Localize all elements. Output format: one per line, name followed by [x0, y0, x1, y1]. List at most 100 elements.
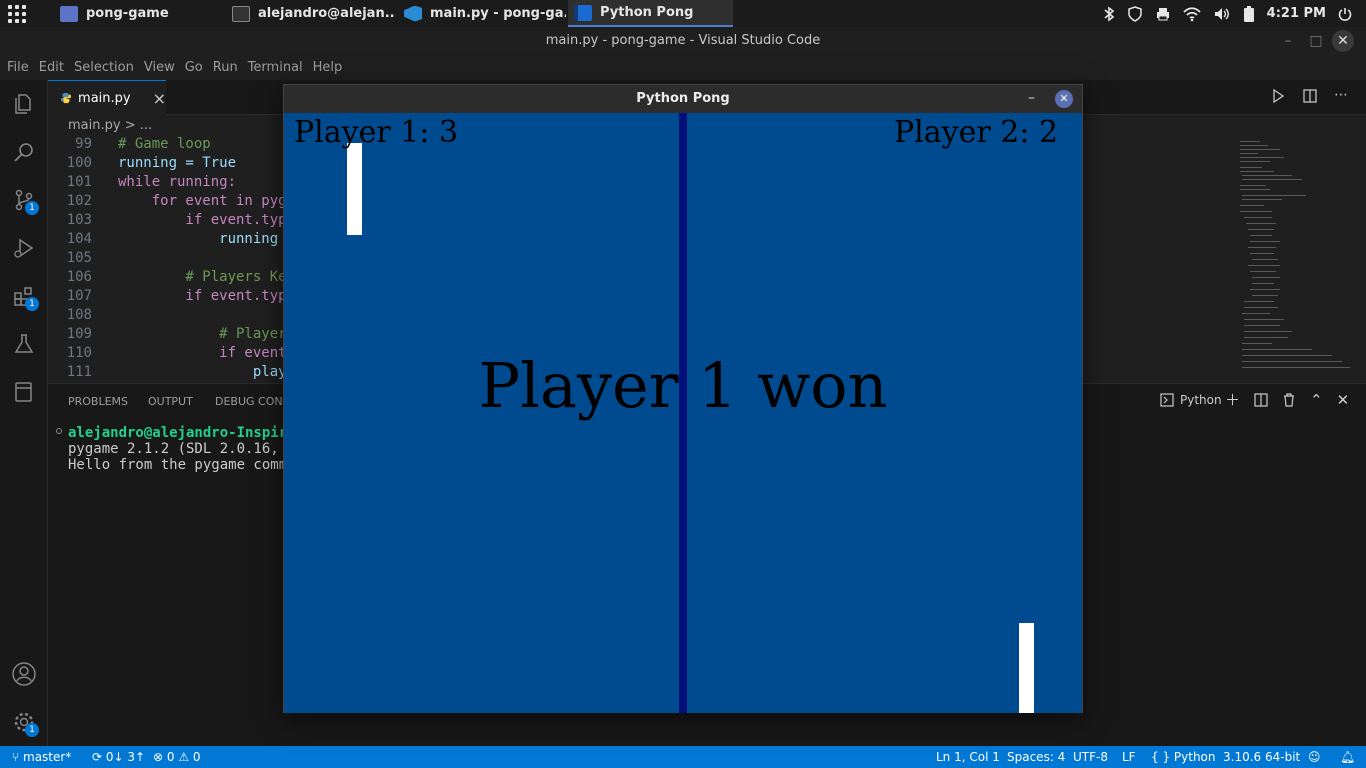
- wifi-icon[interactable]: [1183, 6, 1201, 22]
- taskbar-item-terminal[interactable]: alejandro@alejan...: [226, 0, 396, 27]
- line-number: 106: [66, 269, 92, 285]
- python-interpreter[interactable]: 3.10.6 64-bit: [1223, 746, 1300, 768]
- run-debug-button[interactable]: [0, 224, 48, 272]
- tab-label: main.py: [78, 90, 131, 106]
- branch-name: master*: [23, 750, 72, 764]
- vscode-icon: [404, 5, 422, 22]
- line-number: 104: [66, 231, 92, 247]
- split-editor-icon[interactable]: [1302, 88, 1318, 104]
- code-line: # Game loop: [118, 136, 211, 152]
- taskbar-item-pong-game[interactable]: pong-game: [54, 0, 224, 27]
- close-icon[interactable]: ✕: [1332, 30, 1354, 52]
- sync-counts: 0↓ 3↑: [105, 750, 146, 764]
- menu-run[interactable]: Run: [208, 55, 243, 80]
- activity-bar: 1 1 1: [0, 80, 48, 746]
- trash-icon[interactable]: [1282, 392, 1296, 408]
- indentation[interactable]: Spaces: 4: [1007, 746, 1065, 768]
- cursor-position[interactable]: Ln 1, Col 1: [936, 746, 1000, 768]
- code-line: if event: [118, 345, 287, 361]
- breadcrumb-text: main.py > ...: [68, 118, 153, 133]
- code-line: if event.typ: [118, 212, 287, 228]
- volume-icon[interactable]: [1213, 6, 1231, 22]
- menu-edit[interactable]: Edit: [34, 55, 69, 80]
- tab-close-icon[interactable]: ×: [153, 89, 166, 108]
- split-terminal-icon[interactable]: [1254, 392, 1268, 408]
- menu-terminal[interactable]: Terminal: [243, 55, 308, 80]
- remote-explorer-icon: [15, 382, 32, 402]
- code-line: if event.typ: [118, 288, 287, 304]
- line-number: 107: [66, 288, 92, 304]
- line-number: 105: [66, 250, 92, 266]
- menu-go[interactable]: Go: [180, 55, 208, 80]
- chevron-up-icon[interactable]: ⌃: [1310, 392, 1323, 408]
- new-terminal-icon[interactable]: ＋: [1225, 392, 1240, 408]
- problems-status[interactable]: ⊗ 0 ⚠ 0: [153, 746, 201, 768]
- game-canvas[interactable]: Player 1: 3 Player 2: 2 Player 1 won: [284, 113, 1082, 713]
- app-grid-icon[interactable]: [8, 5, 26, 23]
- terminal-icon: [1160, 393, 1174, 407]
- right-paddle: [1019, 623, 1034, 713]
- panel-actions: ＋ ⌃ ✕: [1225, 392, 1349, 408]
- menu-help[interactable]: Help: [308, 55, 348, 80]
- language-mode[interactable]: { } Python: [1151, 746, 1216, 768]
- end-of-line[interactable]: LF: [1122, 746, 1136, 768]
- encoding[interactable]: UTF-8: [1073, 746, 1108, 768]
- manage-button[interactable]: 1: [0, 698, 48, 746]
- files-icon: [15, 94, 31, 114]
- printer-icon[interactable]: [1155, 6, 1171, 22]
- line-number: 100: [66, 155, 92, 171]
- taskbar-label: pong-game: [86, 6, 169, 21]
- tab-main-py[interactable]: main.py ×: [48, 80, 166, 115]
- pong-window[interactable]: Python Pong – ✕ Player 1: 3 Player 2: 2 …: [283, 84, 1083, 713]
- testing-button[interactable]: [0, 320, 48, 368]
- explorer-button[interactable]: [0, 80, 48, 128]
- search-icon: [14, 143, 33, 162]
- more-actions-icon[interactable]: ⋯: [1334, 88, 1348, 104]
- player2-score: Player 2: 2: [894, 115, 1059, 150]
- terminal-line: pygame 2.1.2 (SDL 2.0.16, P: [68, 441, 296, 457]
- close-panel-icon[interactable]: ✕: [1337, 392, 1350, 408]
- line-number: 108: [66, 307, 92, 323]
- tab-debug-console[interactable]: DEBUG CONS: [215, 384, 290, 419]
- pong-minimize-icon[interactable]: –: [1028, 90, 1042, 106]
- source-control-button[interactable]: 1: [0, 176, 48, 224]
- taskbar-item-python-pong[interactable]: Python Pong: [568, 0, 733, 27]
- line-number: 99: [75, 136, 92, 152]
- search-button[interactable]: [0, 128, 48, 176]
- line-number: 110: [66, 345, 92, 361]
- winner-message: Player 1 won: [478, 349, 888, 422]
- system-tray: 4:21 PM: [1103, 4, 1352, 23]
- clock[interactable]: 4:21 PM: [1267, 6, 1326, 21]
- sync-status[interactable]: ⟳ 0↓ 3↑: [92, 746, 145, 768]
- terminal-icon: [232, 5, 250, 22]
- code-line: running = True: [118, 155, 237, 171]
- shield-icon[interactable]: [1127, 5, 1143, 22]
- accounts-button[interactable]: [0, 650, 48, 698]
- menu-file[interactable]: File: [2, 55, 34, 80]
- pong-close-icon[interactable]: ✕: [1055, 90, 1073, 108]
- extensions-button[interactable]: 1: [0, 272, 48, 320]
- pong-title-bar[interactable]: Python Pong: [284, 85, 1082, 113]
- feedback-icon[interactable]: ☺: [1308, 746, 1321, 768]
- tab-output[interactable]: OUTPUT: [148, 384, 193, 419]
- code-line: # Players Ke: [118, 269, 287, 285]
- terminal-selector[interactable]: Python: [1160, 393, 1222, 407]
- branch-status[interactable]: ⑂ master*: [12, 746, 71, 768]
- menu-selection[interactable]: Selection: [69, 55, 139, 80]
- battery-icon[interactable]: [1243, 5, 1255, 22]
- menu-view[interactable]: View: [139, 55, 180, 80]
- power-icon[interactable]: [1338, 7, 1352, 21]
- minimize-icon[interactable]: –: [1274, 27, 1302, 55]
- bluetooth-icon[interactable]: [1103, 5, 1115, 22]
- run-icon[interactable]: [1270, 88, 1286, 104]
- warning-count: 0: [192, 750, 201, 764]
- minimap[interactable]: [1238, 137, 1354, 382]
- taskbar-item-vscode[interactable]: main.py - pong-ga...: [398, 0, 566, 27]
- remote-explorer-button[interactable]: [0, 368, 48, 416]
- maximize-icon[interactable]: □: [1302, 27, 1330, 55]
- notifications-icon[interactable]: 🔔︎: [1340, 746, 1355, 768]
- run-debug-icon: [14, 238, 34, 258]
- tab-problems[interactable]: PROBLEMS: [68, 384, 128, 419]
- folder-icon: [60, 5, 78, 22]
- left-paddle: [347, 143, 362, 235]
